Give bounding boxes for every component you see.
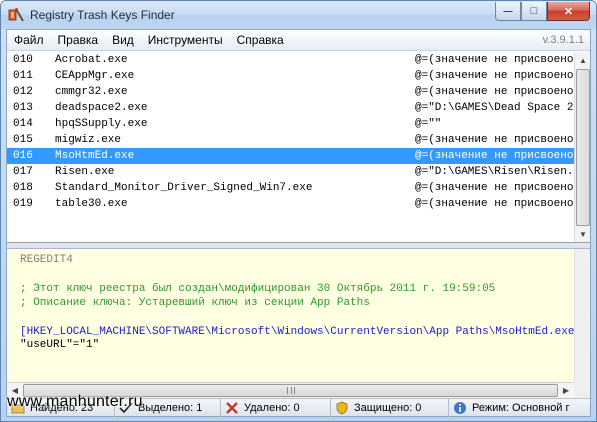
version-label: v.3.9.1.1 xyxy=(542,34,584,46)
app-logo-icon xyxy=(8,8,24,22)
shield-icon xyxy=(335,401,349,415)
row-value: @=(значение не присвоено) xyxy=(415,54,574,66)
maximize-button[interactable]: □ xyxy=(521,2,547,21)
modified-comment: ; Этот ключ реестра был создан\модифицир… xyxy=(20,283,496,295)
window-title: Registry Trash Keys Finder xyxy=(30,8,175,22)
registry-key-path: [HKEY_LOCAL_MACHINE\SOFTWARE\Microsoft\W… xyxy=(20,326,574,338)
watermark-text: www.manhunter.ru xyxy=(7,393,143,410)
row-value: @=(значение не присвоено) xyxy=(415,182,574,194)
grip-icon xyxy=(286,387,295,394)
row-number: 015 xyxy=(13,134,33,146)
row-number: 018 xyxy=(13,182,33,194)
close-icon: ✕ xyxy=(563,5,574,18)
close-button[interactable]: ✕ xyxy=(547,2,590,21)
row-name: Standard_Monitor_Driver_Signed_Win7.exe xyxy=(55,182,313,194)
row-name: cmmgr32.exe xyxy=(55,86,128,98)
status-deleted-label: Удалено: 0 xyxy=(244,401,300,414)
list-row[interactable]: 010 Acrobat.exe @=(значение не присвоено) xyxy=(7,52,574,68)
list-row[interactable]: 014 hpqSSupply.exe @="" xyxy=(7,116,574,132)
registry-key-list[interactable]: 010 Acrobat.exe @=(значение не присвоено) 0… xyxy=(7,52,590,243)
registry-detail-pane[interactable]: REGEDIT4 ; Этот ключ реестра был создан\… xyxy=(7,249,590,398)
scroll-down-icon[interactable]: ▼ xyxy=(575,226,590,242)
scroll-corner xyxy=(574,382,590,398)
row-number: 019 xyxy=(13,198,33,210)
row-value: @="D:\GAMES\Risen\Risen.exe" xyxy=(415,166,574,178)
row-value: @=(значение не присвоено) xyxy=(415,70,574,82)
list-vertical-scrollbar[interactable]: ▲ ▼ xyxy=(574,52,590,242)
delete-icon xyxy=(225,401,239,415)
detail-vertical-scrollbar[interactable] xyxy=(574,249,590,382)
row-name: Risen.exe xyxy=(55,166,115,178)
menu-edit[interactable]: Правка xyxy=(51,30,106,51)
row-name: CEAppMgr.exe xyxy=(55,70,135,82)
caption-buttons: — □ ✕ xyxy=(495,2,590,21)
row-value: @="D:\GAMES\Dead Space 2" xyxy=(415,102,574,114)
status-protected: Защищено: 0 xyxy=(331,398,449,417)
list-row[interactable]: 017 Risen.exe @="D:\GAMES\Risen\Risen.exe" xyxy=(7,164,574,180)
row-name: table30.exe xyxy=(55,198,128,210)
maximize-icon: □ xyxy=(530,5,538,17)
status-selected-label: Выделено: 1 xyxy=(138,401,203,414)
minimize-button[interactable]: — xyxy=(495,2,521,21)
list-row[interactable]: 011 CEAppMgr.exe @=(значение не присвоено) xyxy=(7,68,574,84)
row-name: migwiz.exe xyxy=(55,134,122,146)
client-area: Файл Правка Вид Инструменты Справка v.3.… xyxy=(6,29,591,417)
menu-view[interactable]: Вид xyxy=(105,30,141,51)
registry-value: "useURL"="1" xyxy=(20,339,100,351)
list-row[interactable]: 019 table30.exe @=(значение не присвоено) xyxy=(7,196,574,212)
scroll-thumb[interactable] xyxy=(576,69,590,226)
description-comment: ; Описание ключа: Устаревший ключ из сек… xyxy=(20,297,370,309)
row-number: 012 xyxy=(13,86,33,98)
row-name: MsoHtmEd.exe xyxy=(55,150,135,162)
row-name: Acrobat.exe xyxy=(55,54,128,66)
app-window: Registry Trash Keys Finder — □ ✕ Файл Пр… xyxy=(0,0,597,422)
list-row[interactable]: 013 deadspace2.exe @="D:\GAMES\Dead Space … xyxy=(7,100,574,116)
row-value: @=(значение не присвоено) xyxy=(415,198,574,210)
info-icon xyxy=(453,401,467,415)
row-number: 016 xyxy=(13,150,33,162)
row-number: 013 xyxy=(13,102,33,114)
row-value: @=(значение не присвоено) xyxy=(415,134,574,146)
row-number: 011 xyxy=(13,70,33,82)
title-bar[interactable]: Registry Trash Keys Finder — □ ✕ xyxy=(1,1,596,29)
row-value: @=(значение не присвоено) xyxy=(415,86,574,98)
menu-file[interactable]: Файл xyxy=(7,30,51,51)
row-value: @="" xyxy=(415,118,442,130)
minimize-icon: — xyxy=(503,6,513,16)
menu-help[interactable]: Справка xyxy=(230,30,291,51)
scroll-right-icon[interactable]: ▶ xyxy=(558,383,574,398)
list-row[interactable]: 015 migwiz.exe @=(значение не присвоено) xyxy=(7,132,574,148)
row-number: 010 xyxy=(13,54,33,66)
regedit-header: REGEDIT4 xyxy=(20,254,73,266)
list-row[interactable]: 018 Standard_Monitor_Driver_Signed_Win7.e… xyxy=(7,180,574,196)
status-mode-label: Режим: Основной г xyxy=(472,401,570,414)
row-number: 017 xyxy=(13,166,33,178)
row-name: hpqSSupply.exe xyxy=(55,118,148,130)
row-name: deadspace2.exe xyxy=(55,102,148,114)
row-number: 014 xyxy=(13,118,33,130)
list-rows: 010 Acrobat.exe @=(значение не присвоено) 0… xyxy=(7,52,574,242)
row-value: @=(значение не присвоено) xyxy=(415,150,574,162)
menu-bar: Файл Правка Вид Инструменты Справка v.3.… xyxy=(7,30,590,51)
menu-tools[interactable]: Инструменты xyxy=(141,30,230,51)
list-row[interactable]: 012 cmmgr32.exe @=(значение не присвоено) xyxy=(7,84,574,100)
status-deleted: Удалено: 0 xyxy=(221,398,331,417)
status-mode: Режим: Основной г xyxy=(449,399,588,417)
list-row[interactable]: 016 MsoHtmEd.exe @=(значение не присвоено) xyxy=(7,148,574,164)
status-protected-label: Защищено: 0 xyxy=(354,401,422,414)
detail-text: REGEDIT4 ; Этот ключ реестра был создан\… xyxy=(7,249,574,382)
scroll-up-icon[interactable]: ▲ xyxy=(575,52,590,69)
